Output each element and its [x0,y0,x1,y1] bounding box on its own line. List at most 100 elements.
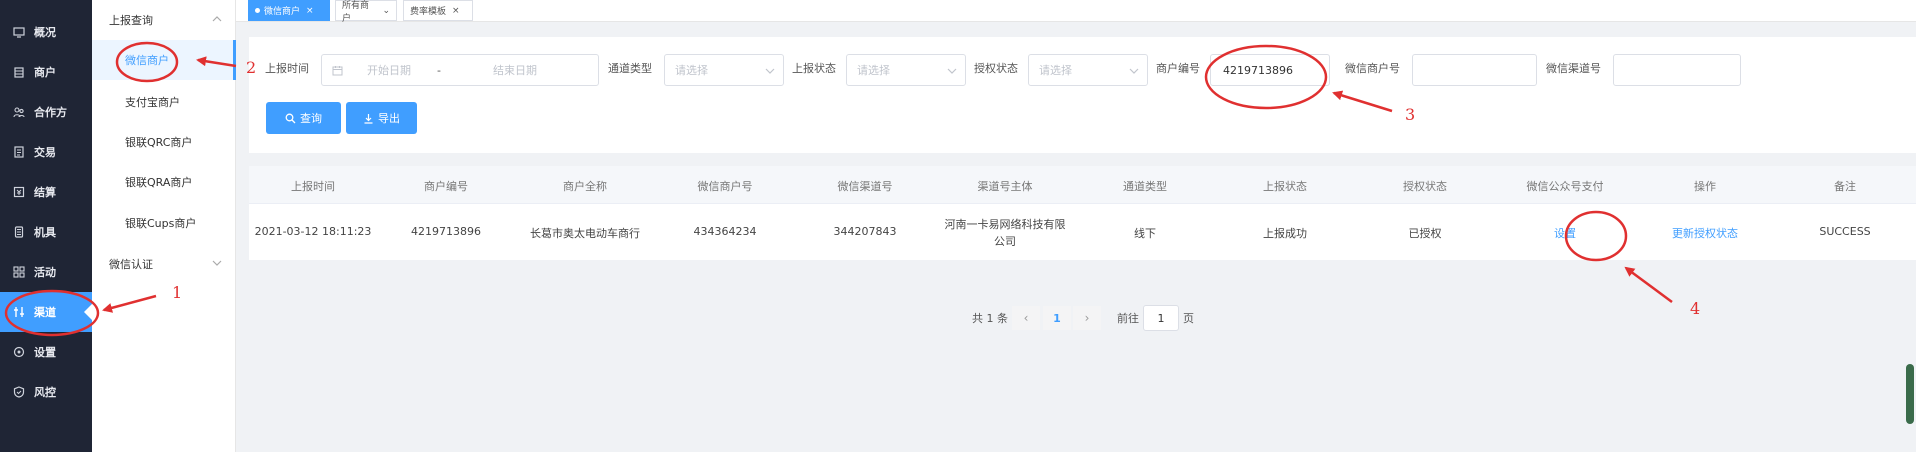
annotation-arrow-4 [1624,266,1673,304]
col-auth-status: 授权状态 [1403,180,1447,193]
submenu-item-wechat-merchant[interactable]: 微信商户 [92,40,236,80]
close-icon[interactable]: × [306,6,314,16]
nav-label: 结算 [34,186,56,199]
submenu-group-report-query[interactable]: 上报查询 [92,0,236,40]
update-auth-status-link[interactable]: 更新授权状态 [1635,225,1775,241]
active-dot-icon [255,8,260,13]
nav-item-settings[interactable]: 设置 [0,332,92,372]
settlement-icon [13,186,25,198]
submenu-group-label: 上报查询 [109,14,153,27]
filter-panel: 上报时间 开始日期 - 结束日期 通道类型 请选择 上报状态 请选择 授权状态 … [249,37,1916,153]
cell-auth-status: 已授权 [1408,227,1442,240]
cell-channel-type: 线下 [1134,227,1156,240]
tag-rate-template[interactable]: 费率模板 × [403,0,473,21]
monitor-icon [13,26,25,38]
col-report-status: 上报状态 [1263,180,1307,193]
nav-item-merchant[interactable]: 商户 [0,52,92,92]
chevron-down-icon[interactable]: ⌄ [382,6,390,16]
channel-type-label: 通道类型 [608,62,652,75]
chevron-up-icon [212,16,222,22]
nav-item-risk[interactable]: 风控 [0,372,92,412]
tag-label: 微信商户 [264,7,301,17]
sub-menu: 上报查询 微信商户 支付宝商户 银联QRC商户 银联QRA商户 银联Cups商户… [92,0,236,452]
submenu-item-unionpay-qra[interactable]: 银联QRA商户 [92,162,236,202]
tag-all-merchants[interactable]: 所有商户 ⌄ [335,0,397,24]
merchant-no-label: 商户编号 [1156,62,1200,75]
submenu-group-wechat-auth[interactable]: 微信认证 [92,244,236,284]
table-header: 上报时间 商户编号 商户全称 微信商户号 微信渠道号 渠道号主体 通道类型 上报… [249,166,1916,204]
tag-label: 所有商户 [342,0,370,24]
merchant-no-value: 4219713896 [1223,63,1293,77]
wx-channel-input[interactable] [1613,54,1741,86]
cell-merchant-no: 4219713896 [411,225,481,238]
select-placeholder: 请选择 [857,64,890,77]
wx-pay-settings-link[interactable]: 设置 [1495,225,1635,241]
chevron-down-icon [212,260,222,266]
nav-label: 活动 [34,266,56,279]
nav-label: 机具 [34,226,56,239]
calendar-icon [332,65,343,75]
submenu-item-unionpay-cups[interactable]: 银联Cups商户 [92,203,236,243]
goto-label: 前往 [1117,312,1139,325]
start-date-input[interactable]: 开始日期 [367,62,437,78]
cell-channel-subject-line2: 公司 [994,235,1016,248]
report-time-label: 上报时间 [265,62,309,75]
auth-status-label: 授权状态 [974,62,1018,75]
select-placeholder: 请选择 [675,64,708,77]
tag-bar: 微信商户 × 所有商户 ⌄ 费率模板 × [236,0,1916,24]
report-status-select[interactable]: 请选择 [846,54,966,86]
submenu-item-label: 银联QRA商户 [125,176,193,189]
submenu-item-unionpay-qrc[interactable]: 银联QRC商户 [92,122,236,162]
page-number-current[interactable]: 1 [1043,306,1071,330]
cell-report-status: 上报成功 [1263,227,1307,240]
export-button[interactable]: 导出 [346,102,417,134]
search-button-label: 查询 [300,112,322,125]
col-channel-type: 通道类型 [1123,180,1167,193]
cell-report-time: 2021-03-12 18:11:23 [254,225,372,238]
chevron-down-icon [1129,68,1139,74]
goto-page-value: 1 [1157,311,1165,325]
next-page-button[interactable]: › [1073,306,1101,330]
tag-label: 费率模板 [410,7,447,17]
nav-item-device[interactable]: 机具 [0,212,92,252]
auth-status-select[interactable]: 请选择 [1028,54,1148,86]
col-channel-subject: 渠道号主体 [977,180,1033,193]
cell-merchant-name: 长葛市奥太电动车商行 [530,227,640,240]
document-icon [13,146,25,158]
nav-item-transaction[interactable]: 交易 [0,132,92,172]
annotation-number-2: 2 [246,58,257,77]
nav-item-overview[interactable]: 概况 [0,12,92,52]
download-icon [364,113,373,124]
close-icon[interactable]: × [452,6,460,16]
col-merchant-name: 商户全称 [563,180,607,193]
channel-icon [13,306,25,318]
shield-icon [13,386,25,398]
partner-icon [13,106,25,118]
nav-label: 概况 [34,26,56,39]
cell-wx-merchant-no: 434364234 [693,225,757,238]
nav-item-activity[interactable]: 活动 [0,252,92,292]
annotation-number-3: 3 [1405,105,1416,124]
wx-merchant-input[interactable] [1412,54,1537,86]
nav-item-channel[interactable]: 渠道 [0,292,92,332]
vertical-scrollbar[interactable] [1906,364,1914,424]
tag-wechat-merchant[interactable]: 微信商户 × [248,0,330,21]
nav-item-partner[interactable]: 合作方 [0,92,92,132]
search-button[interactable]: 查询 [266,102,341,134]
merchant-no-input[interactable]: 4219713896 [1210,54,1330,86]
date-range-picker[interactable]: 开始日期 - 结束日期 [321,54,599,86]
col-wx-merchant-no: 微信商户号 [697,180,753,193]
col-operation: 操作 [1694,180,1716,193]
main-nav: 概况 商户 合作方 交易 结算 机具 活动 渠道 设置 风控 [0,0,92,452]
col-merchant-no: 商户编号 [424,180,468,193]
submenu-item-alipay-merchant[interactable]: 支付宝商户 [92,82,236,122]
nav-item-settlement[interactable]: 结算 [0,172,92,212]
pagination-total: 共 1 条 [972,312,1008,325]
channel-type-select[interactable]: 请选择 [664,54,784,86]
prev-page-button[interactable]: ‹ [1012,306,1040,330]
chevron-down-icon [947,68,957,74]
cell-remark: SUCCESS [1819,225,1871,238]
goto-page-input[interactable]: 1 [1143,305,1179,331]
end-date-input[interactable]: 结束日期 [477,62,537,78]
page-unit-label: 页 [1183,312,1194,325]
